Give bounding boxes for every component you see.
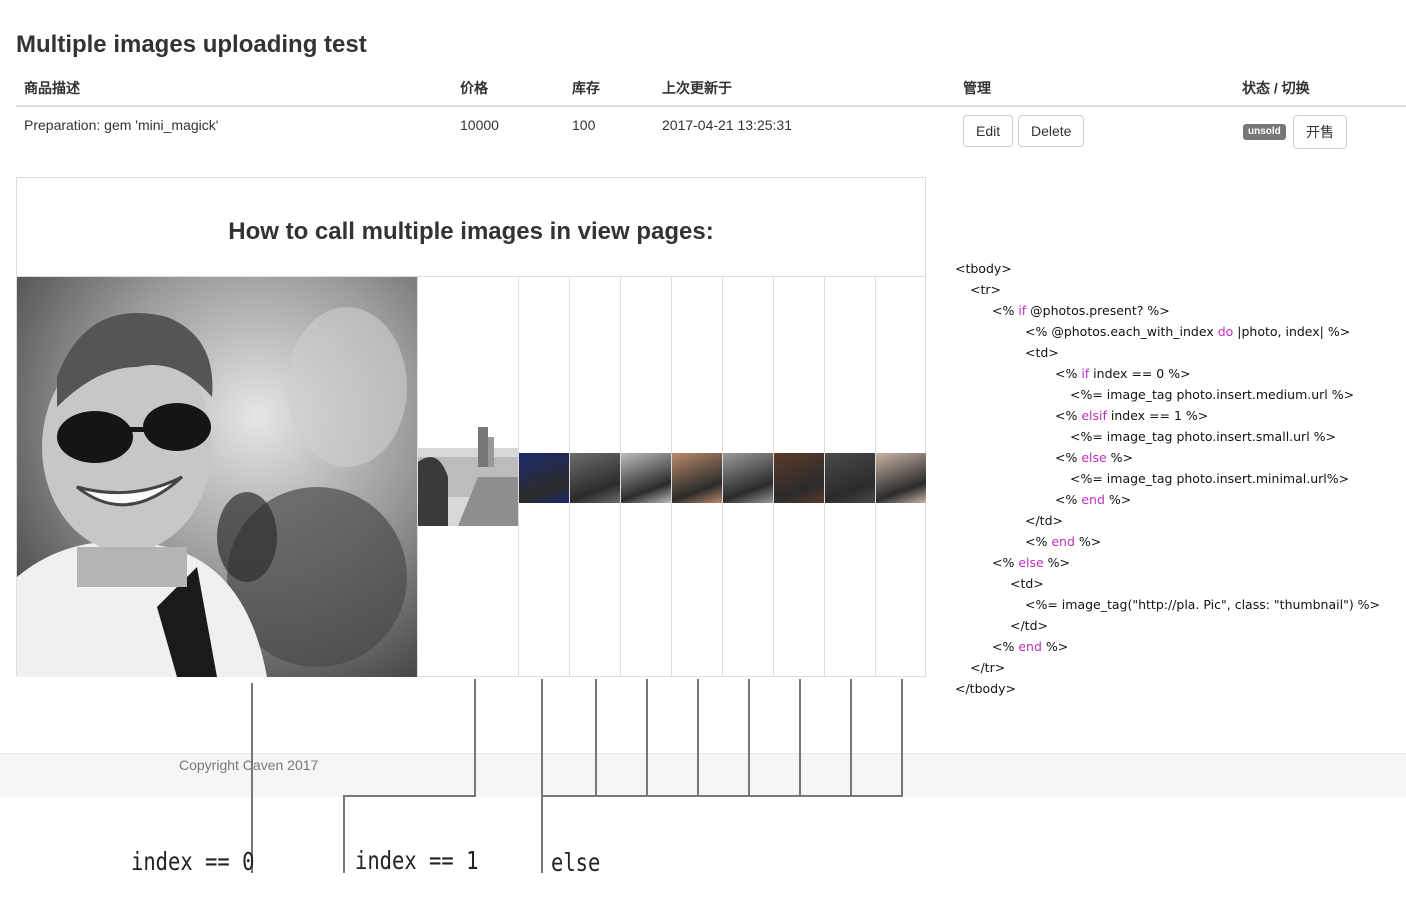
connector-else-vertical: [850, 679, 852, 797]
medium-photo-portrait: [17, 277, 417, 677]
thumbnail-strip: [519, 453, 927, 503]
product-updated-at: 2017-04-21 13:25:31: [662, 117, 792, 133]
code-line: </td>: [1010, 618, 1048, 633]
code-line: <% if index == 0 %>: [1055, 366, 1191, 381]
thumbnail-night-storefront: [519, 453, 569, 503]
publish-toggle-button[interactable]: 开售: [1293, 115, 1347, 149]
connector-else-vertical: [646, 679, 648, 797]
annotation-index0: index == 0: [131, 847, 255, 876]
column-header-manage: 管理: [963, 80, 991, 96]
connector-else-vertical: [799, 679, 801, 797]
code-line: <tbody>: [955, 261, 1012, 276]
code-line: <%= image_tag photo.insert.small.url %>: [1070, 429, 1336, 444]
code-line: <% end %>: [1055, 492, 1132, 507]
connector-else-vertical: [748, 679, 750, 797]
product-stock: 100: [572, 117, 596, 133]
code-line: <% @photos.each_with_index do |photo, in…: [1025, 324, 1351, 339]
column-header-description: 商品描述: [24, 80, 80, 96]
column-header-status: 状态 / 切换: [1242, 80, 1310, 96]
code-line: <%= image_tag photo.insert.minimal.url%>: [1070, 471, 1350, 486]
page-title: Multiple images uploading test: [16, 31, 367, 58]
code-line: <% else %>: [1055, 450, 1134, 465]
product-description: Preparation: gem 'mini_magick': [24, 117, 219, 133]
code-line: </tr>: [970, 660, 1006, 675]
thumbnail-bedroom: [723, 453, 773, 503]
header-divider: [16, 105, 1406, 107]
footer-copyright: Copyright Caven 2017: [179, 757, 319, 773]
connector-else-horizontal: [541, 795, 903, 797]
column-header-stock: 库存: [572, 80, 600, 96]
product-price: 10000: [460, 117, 499, 133]
connector-index1-horizontal: [343, 795, 476, 797]
panel-heading: How to call multiple images in view page…: [17, 178, 925, 277]
connector-else-vertical: [595, 679, 597, 797]
code-line: <% else %>: [992, 555, 1071, 570]
code-line: <% end %>: [1025, 534, 1102, 549]
code-line: <% end %>: [992, 639, 1069, 654]
code-line: <%= image_tag photo.insert.medium.url %>: [1070, 387, 1355, 402]
column-header-updated: 上次更新于: [662, 80, 732, 96]
code-line: <td>: [1010, 576, 1044, 591]
thumbnail-bw-street: [570, 453, 620, 503]
small-photo-cell: [417, 277, 519, 677]
thumbnail-portrait-woman: [876, 453, 926, 503]
annotation-else: else: [551, 848, 601, 877]
connector-index1-drop: [343, 795, 345, 873]
status-badge: unsold: [1243, 124, 1286, 140]
thumbnail-cake: [672, 453, 722, 503]
connector-index0: [251, 683, 253, 873]
image-panel: How to call multiple images in view page…: [16, 177, 926, 677]
code-line: <tr>: [970, 282, 1001, 297]
connector-else-vertical: [541, 679, 543, 873]
thumbnail-bw-snow-tree: [621, 453, 671, 503]
code-line: <td>: [1025, 345, 1059, 360]
connector-else-vertical: [697, 679, 699, 797]
code-line: </tbody>: [955, 681, 1016, 696]
column-header-price: 价格: [460, 80, 488, 96]
code-line: <% if @photos.present? %>: [992, 303, 1170, 318]
thumbnail-portrait-man: [774, 453, 824, 503]
connector-else-vertical: [901, 679, 903, 797]
code-line: <%= image_tag("http://pla. Pic", class: …: [1025, 597, 1381, 612]
delete-button[interactable]: Delete: [1018, 115, 1085, 147]
code-line: <% elsif index == 1 %>: [1055, 408, 1209, 423]
thumbnail-bw-crowd: [825, 453, 875, 503]
annotation-index1: index == 1: [355, 846, 479, 875]
edit-button[interactable]: Edit: [963, 115, 1014, 147]
connector-index1-vertical: [474, 679, 476, 797]
code-line: </td>: [1025, 513, 1063, 528]
